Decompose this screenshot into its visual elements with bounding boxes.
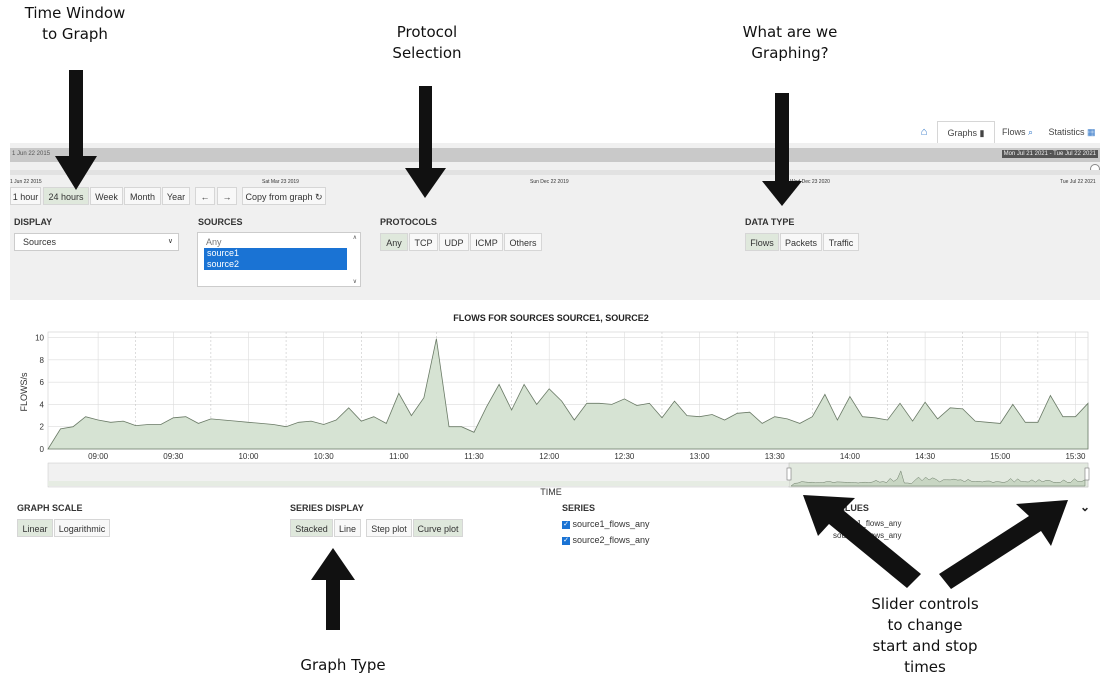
annotation-arrows: [55, 70, 1068, 630]
arrow-down-icon: [55, 70, 97, 190]
arrow-diagonal-icon: [939, 500, 1068, 589]
arrow-up-icon: [311, 548, 355, 630]
arrow-down-icon: [762, 93, 802, 206]
arrow-diagonal-icon: [803, 495, 921, 588]
arrow-down-icon: [405, 86, 446, 198]
